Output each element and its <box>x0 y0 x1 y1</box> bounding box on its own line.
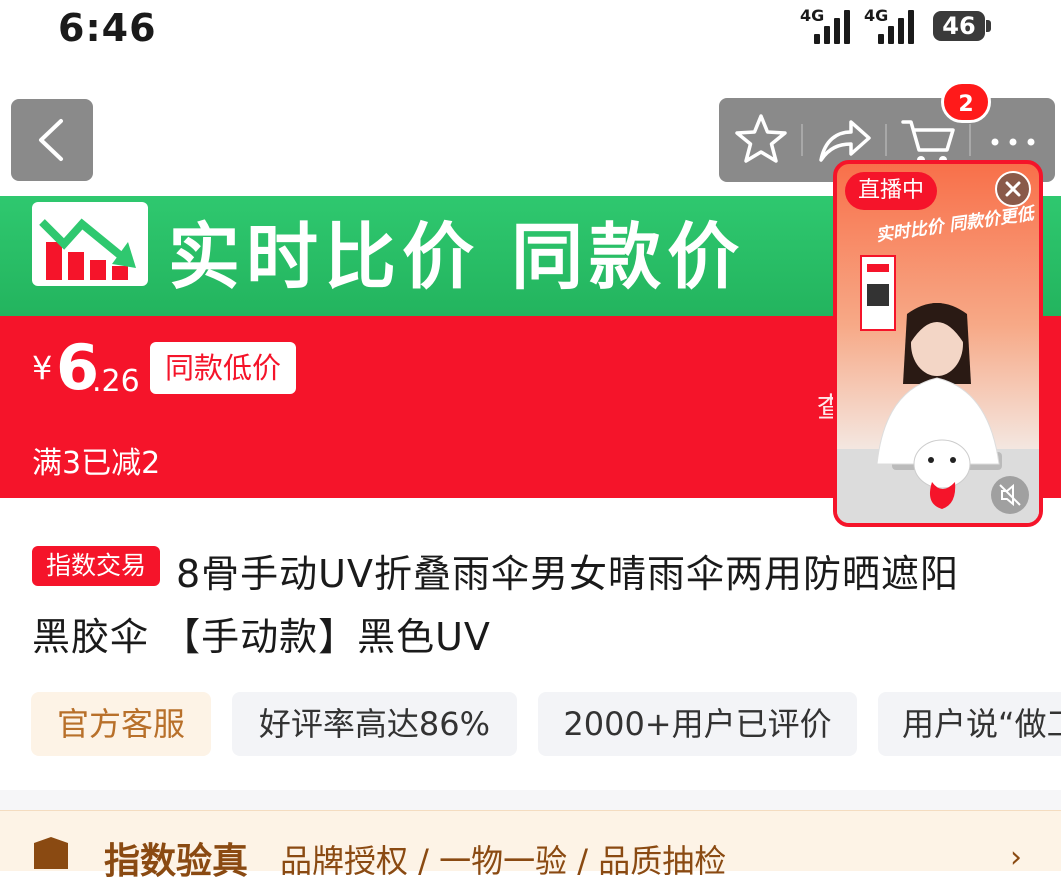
star-icon[interactable] <box>729 108 793 172</box>
authenticity-title: 指数验真 <box>104 841 249 882</box>
authenticity-desc: 品牌授权 / 一物一验 / 品质抽检 <box>280 842 727 880</box>
product-title-line-2: 黑胶伞 【手动款】黑色UV <box>32 615 491 659</box>
same-item-low-price-tag: 同款低价 <box>150 342 296 394</box>
chevron-right-icon: › <box>1010 840 1022 875</box>
chip-review-count[interactable]: 2000+用户已评价 <box>538 692 857 756</box>
nav-divider <box>885 124 887 156</box>
cellular-signal-1-icon: 4G <box>800 6 858 44</box>
mute-icon[interactable] <box>991 476 1029 514</box>
discount-text: 满3已减2 <box>32 446 161 481</box>
battery-tip <box>986 20 991 32</box>
cellular-signal-2-icon: 4G <box>864 6 922 44</box>
signal-1-label: 4G <box>800 6 825 25</box>
price-currency: ¥ <box>32 349 53 387</box>
chip-user-says[interactable]: 用户说“做工 <box>878 692 1061 756</box>
chip-positive-rate[interactable]: 好评率高达86% <box>232 692 517 756</box>
price-chart-logo <box>32 202 148 286</box>
index-trade-tag: 指数交易 <box>32 546 160 586</box>
shield-icon <box>34 837 68 869</box>
battery-icon: 46 <box>933 11 985 41</box>
banner-text: 实时比价 同款价 <box>168 215 746 299</box>
price-decimal: .26 <box>92 364 140 399</box>
status-time: 6:46 <box>58 6 157 50</box>
product-title-line-1: 8骨手动UV折叠雨伞男女晴雨伞两用防晒遮阳 <box>176 552 959 596</box>
cart-count-badge: 2 <box>941 81 991 123</box>
nav-divider <box>969 124 971 156</box>
live-badge: 直播中 <box>845 172 937 210</box>
chevron-left-icon <box>39 119 63 161</box>
signal-2-label: 4G <box>864 6 889 25</box>
section-divider <box>0 790 1061 810</box>
back-button[interactable] <box>11 99 93 181</box>
nav-divider <box>801 124 803 156</box>
chip-official-service[interactable]: 官方客服 <box>31 692 211 756</box>
